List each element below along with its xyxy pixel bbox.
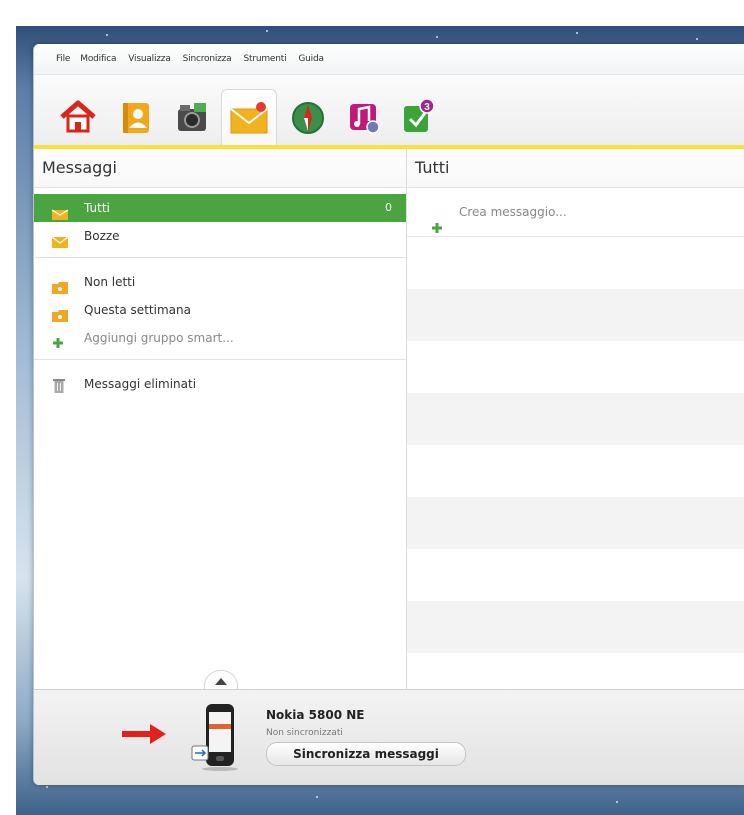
app-window: File Modifica Visualizza Sincronizza Strumen… (33, 44, 744, 785)
list-row-stripe (407, 601, 744, 653)
menu-sincronizza[interactable]: Sincronizza (183, 54, 232, 64)
toolbar: 3 (34, 75, 744, 146)
divider (34, 359, 406, 360)
plus-icon (52, 331, 64, 359)
folder-label: Messaggi eliminati (84, 377, 197, 391)
chevron-up-icon (215, 678, 227, 685)
updates-badge: 3 (424, 102, 430, 113)
phone-device-icon (186, 702, 250, 776)
create-message-label: Crea messaggio... (459, 205, 567, 219)
menu-visualizza[interactable]: Visualizza (128, 54, 171, 64)
pane-title-tutti: Tutti (407, 149, 744, 188)
envelope-icon (51, 230, 69, 258)
folder-questa-settimana[interactable]: Questa settimana (34, 296, 406, 324)
updates-icon[interactable]: 3 (396, 95, 440, 139)
divider (34, 257, 406, 258)
add-smart-group-label: Aggiungi gruppo smart... (84, 331, 234, 345)
maps-icon[interactable] (286, 95, 330, 139)
device-name: Nokia 5800 NE (266, 708, 365, 722)
menu-guida[interactable]: Guida (298, 54, 324, 64)
folder-count: 0 (385, 201, 392, 214)
list-row-stripe (407, 497, 744, 549)
folder-label: Tutti (84, 201, 110, 215)
folder-label: Non letti (84, 275, 136, 289)
menu-strumenti[interactable]: Strumenti (243, 54, 286, 64)
home-icon[interactable] (56, 95, 100, 139)
arrow-right-icon (122, 724, 166, 748)
folder-non-letti[interactable]: Non letti (34, 268, 406, 296)
folder-label: Bozze (84, 229, 120, 243)
menu-bar: File Modifica Visualizza Sincronizza Strumen… (34, 44, 744, 75)
device-bar: Nokia 5800 NE Non sincronizzati Sincroni… (34, 689, 744, 785)
device-sync-status: Non sincronizzati (266, 728, 343, 738)
folder-tutti[interactable]: Tutti 0 (34, 194, 406, 222)
folder-label: Questa settimana (84, 303, 191, 317)
messages-icon[interactable] (221, 89, 277, 146)
photos-icon[interactable] (170, 95, 214, 139)
sync-messages-button[interactable]: Sincronizza messaggi (266, 742, 466, 766)
add-smart-group[interactable]: Aggiungi gruppo smart... (34, 324, 406, 352)
folder-messaggi-eliminati[interactable]: Messaggi eliminati (34, 370, 406, 398)
messages-list-pane: Tutti Crea messaggio... (407, 149, 744, 689)
pane-title-messaggi: Messaggi (34, 149, 406, 188)
menu-file[interactable]: File (56, 54, 70, 64)
list-row-stripe (407, 289, 744, 341)
contacts-icon[interactable] (114, 95, 158, 139)
menu-modifica[interactable]: Modifica (80, 54, 116, 64)
music-icon[interactable] (342, 95, 386, 139)
folder-bozze[interactable]: Bozze (34, 222, 406, 250)
plus-icon (431, 206, 443, 254)
folders-pane: Messaggi Tutti 0 Bozze Non letti Questa … (34, 149, 407, 689)
create-message-button[interactable]: Crea messaggio... (407, 188, 744, 237)
trash-icon (52, 376, 66, 404)
list-row-stripe (407, 393, 744, 445)
